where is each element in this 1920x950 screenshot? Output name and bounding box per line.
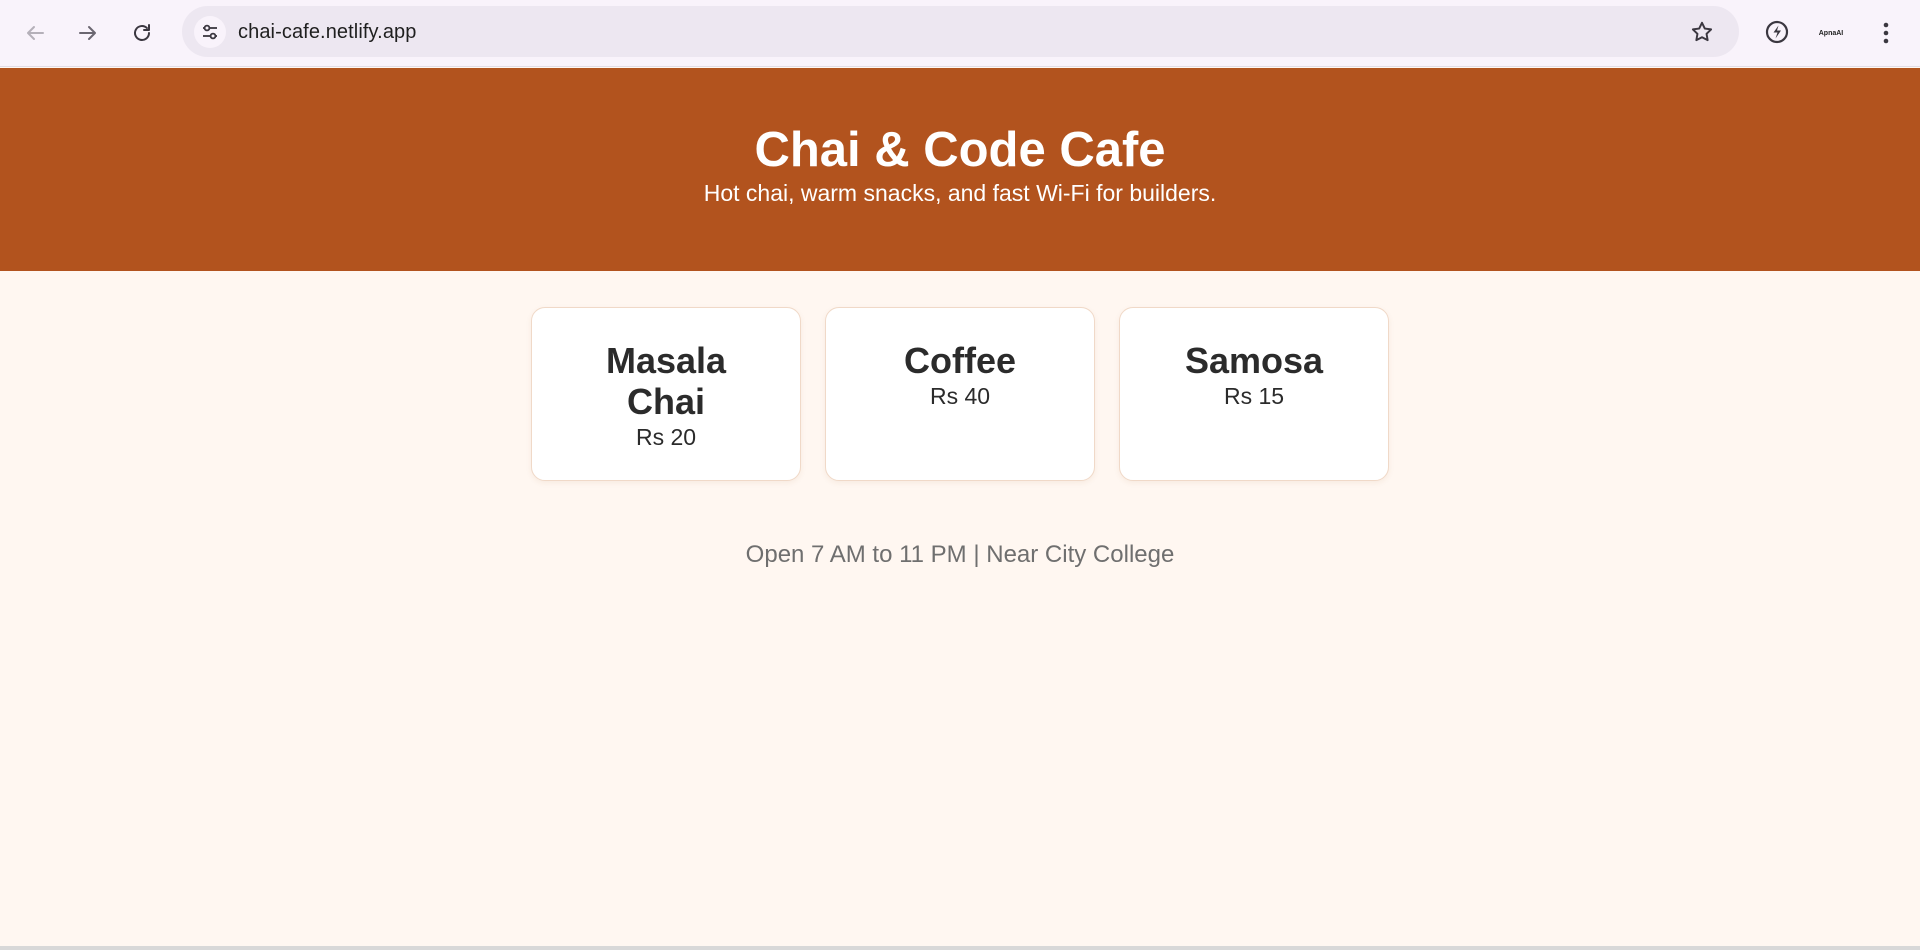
menu-item-price: Rs 40 bbox=[929, 383, 991, 409]
site-tagline: Hot chai, warm snacks, and fast Wi-Fi fo… bbox=[703, 180, 1217, 206]
menu-item-name: Samosa bbox=[1184, 340, 1324, 381]
leaf-bolt-icon[interactable] bbox=[1762, 17, 1792, 47]
back-button[interactable] bbox=[15, 13, 55, 53]
reload-button[interactable] bbox=[122, 13, 162, 53]
reload-icon bbox=[134, 24, 150, 41]
window-bottom-border bbox=[0, 946, 1920, 950]
arrow-left-icon bbox=[27, 26, 44, 40]
browser-toolbar: chai-cafe.netlify.app ApnaAI bbox=[0, 0, 1920, 67]
site-info-button[interactable] bbox=[194, 16, 226, 48]
arrow-right-icon bbox=[79, 26, 96, 40]
menu-card-samosa: Samosa Rs 15 bbox=[1119, 307, 1389, 481]
star-icon[interactable] bbox=[1689, 19, 1715, 45]
menu-cards: Masala Chai Rs 20 Coffee Rs 40 Samosa Rs… bbox=[531, 307, 1389, 481]
hero-banner: Chai & Code Cafe Hot chai, warm snacks, … bbox=[0, 68, 1920, 271]
profile-label: ApnaAI bbox=[1818, 29, 1844, 37]
menu-item-name: Coffee bbox=[903, 340, 1016, 381]
menu-item-name: Masala Chai bbox=[605, 340, 727, 422]
menu-card-coffee: Coffee Rs 40 bbox=[825, 307, 1095, 481]
profile-button[interactable]: ApnaAI bbox=[1812, 16, 1850, 50]
menu-item-price: Rs 20 bbox=[635, 424, 697, 450]
forward-button[interactable] bbox=[68, 13, 108, 53]
site-title: Chai & Code Cafe bbox=[754, 123, 1166, 177]
tune-icon bbox=[203, 24, 217, 40]
address-bar[interactable]: chai-cafe.netlify.app bbox=[182, 6, 1739, 57]
menu-card-masala-chai: Masala Chai Rs 20 bbox=[531, 307, 801, 481]
menu-item-price: Rs 15 bbox=[1223, 383, 1285, 409]
hours-location-note: Open 7 AM to 11 PM | Near City College bbox=[745, 541, 1175, 568]
url-text[interactable]: chai-cafe.netlify.app bbox=[238, 21, 417, 44]
three-dots-icon[interactable] bbox=[1873, 18, 1899, 48]
